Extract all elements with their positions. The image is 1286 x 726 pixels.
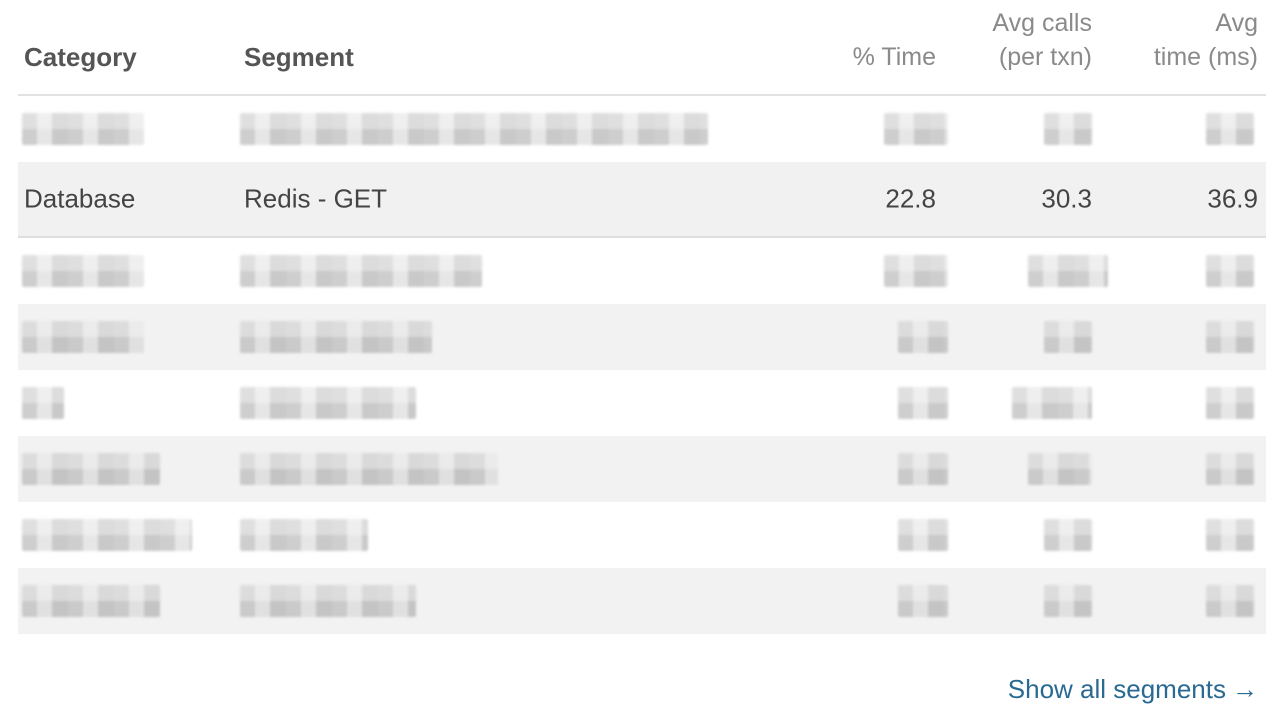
redacted-cell — [240, 113, 708, 145]
table-row-redacted — [18, 370, 1266, 436]
redacted-cell — [1044, 519, 1092, 551]
redacted-cell — [1206, 387, 1254, 419]
redacted-cell — [1206, 453, 1254, 485]
table-row-redacted — [18, 304, 1266, 370]
row-avg-calls: 30.3 — [1041, 183, 1092, 214]
header-avg-calls[interactable]: Avg calls (per txn) — [932, 6, 1092, 74]
redacted-cell — [884, 255, 948, 287]
row-avg-time: 36.9 — [1207, 183, 1258, 214]
redacted-cell — [240, 255, 482, 287]
header-category[interactable]: Category — [24, 40, 137, 74]
show-all-segments-label: Show all segments — [1007, 674, 1226, 704]
redacted-cell — [1206, 585, 1254, 617]
row-category: Database — [24, 183, 136, 214]
table-row-redacted — [18, 568, 1266, 634]
row-segment: Redis - GET — [244, 183, 388, 214]
header-avg-time-line2: time (ms) — [1153, 43, 1258, 71]
redacted-cell — [1012, 387, 1092, 419]
redacted-cell — [1206, 255, 1254, 287]
table-header: Category Segment % Time Avg calls (per t… — [18, 0, 1266, 96]
redacted-cell — [1044, 321, 1092, 353]
show-all-segments-link[interactable]: Show all segments → — [1008, 674, 1258, 705]
redacted-cell — [240, 519, 368, 551]
table-row-redacted — [18, 238, 1266, 304]
redacted-cell — [240, 321, 432, 353]
header-avg-calls-line1: Avg calls — [992, 9, 1092, 37]
row-pct-time: 22.8 — [885, 183, 936, 214]
redacted-cell — [22, 453, 160, 485]
table-row-redacted — [18, 96, 1266, 162]
redacted-cell — [1206, 519, 1254, 551]
header-avg-time[interactable]: Avg time (ms) — [1098, 6, 1258, 74]
segments-table: Category Segment % Time Avg calls (per t… — [18, 0, 1266, 634]
redacted-cell — [898, 519, 948, 551]
redacted-cell — [898, 453, 948, 485]
redacted-cell — [1044, 585, 1092, 617]
table-row-highlighted[interactable]: Database Redis - GET 22.8 30.3 36.9 — [18, 162, 1266, 238]
redacted-cell — [22, 519, 192, 551]
header-avg-time-line1: Avg — [1215, 9, 1258, 37]
header-avg-calls-line2: (per txn) — [998, 43, 1092, 71]
redacted-cell — [1044, 113, 1092, 145]
redacted-cell — [22, 255, 144, 287]
redacted-cell — [898, 585, 948, 617]
redacted-cell — [22, 321, 144, 353]
redacted-cell — [240, 453, 498, 485]
redacted-cell — [1206, 321, 1254, 353]
redacted-cell — [898, 387, 948, 419]
redacted-cell — [240, 387, 416, 419]
header-segment[interactable]: Segment — [244, 40, 354, 74]
redacted-cell — [884, 113, 948, 145]
redacted-cell — [240, 585, 416, 617]
redacted-cell — [22, 113, 144, 145]
redacted-cell — [22, 585, 160, 617]
redacted-cell — [22, 387, 64, 419]
redacted-cell — [898, 321, 948, 353]
table-row-redacted — [18, 502, 1266, 568]
table-row-redacted — [18, 436, 1266, 502]
redacted-cell — [1028, 255, 1108, 287]
header-pct-time[interactable]: % Time — [853, 40, 936, 74]
arrow-right-icon: → — [1232, 674, 1258, 704]
redacted-cell — [1206, 113, 1254, 145]
redacted-cell — [1028, 453, 1092, 485]
